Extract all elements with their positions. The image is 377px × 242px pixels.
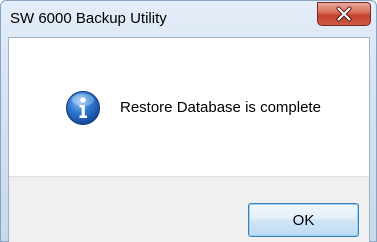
- message-text: Restore Database is complete: [120, 99, 321, 116]
- dialog-window: SW 6000 Backup Utility Restore Database …: [0, 0, 377, 242]
- info-icon: [66, 91, 100, 125]
- close-button[interactable]: [317, 2, 371, 26]
- close-icon: [336, 6, 352, 22]
- message-area: Restore Database is complete: [9, 38, 369, 176]
- button-bar: OK: [9, 176, 369, 242]
- dialog-client-area: Restore Database is complete OK: [8, 37, 370, 242]
- ok-button[interactable]: OK: [248, 203, 359, 237]
- title-bar[interactable]: SW 6000 Backup Utility: [1, 1, 376, 35]
- window-title: SW 6000 Backup Utility: [10, 10, 167, 27]
